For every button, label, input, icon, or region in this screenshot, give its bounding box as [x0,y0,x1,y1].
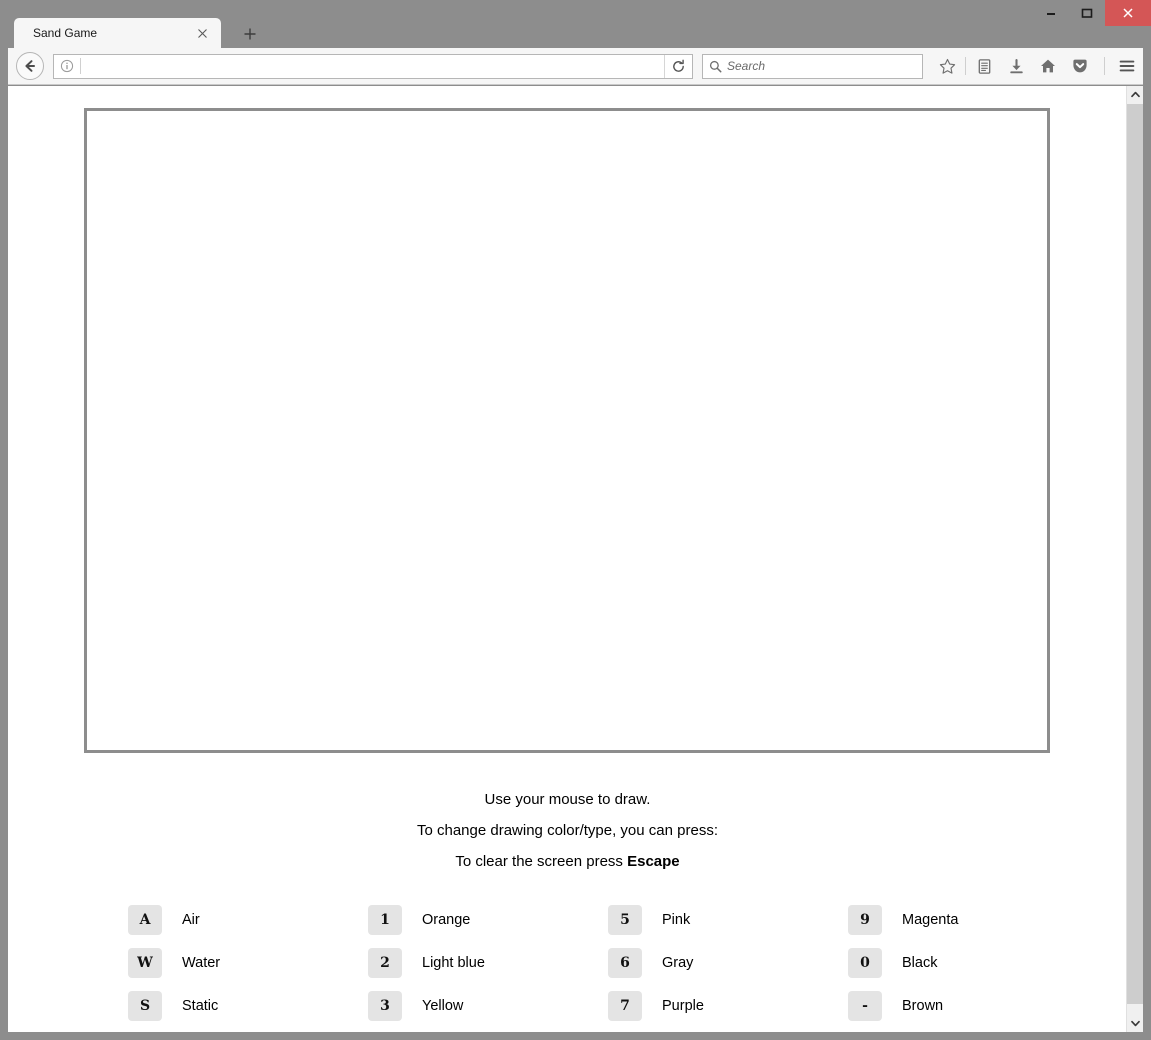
key-legend-item[interactable]: A Air [128,898,368,941]
key-label-brown: Brown [902,997,944,1014]
instruction-text-1: Use your mouse to draw. [484,791,651,808]
library-icon[interactable] [968,52,1000,80]
key-legend-item[interactable]: 5 Pink [608,898,848,941]
key-label-gray: Gray [662,954,694,971]
keycap-3: 3 [368,990,402,1021]
pocket-shield-icon [1073,59,1087,73]
keycap-0: 0 [848,947,882,978]
keycap-9: 9 [848,904,882,935]
key-label-light-blue: Light blue [422,954,485,971]
key-legend-item[interactable]: 9 Magenta [848,898,1088,941]
key-legend-grid: A Air 1 Orange 5 Pink 9 Magenta W Water … [8,898,1127,1027]
keycap-s: S [128,990,162,1021]
menu-hamburger-icon[interactable] [1111,52,1143,80]
scrollbar-down-arrow-icon[interactable] [1127,1015,1144,1032]
key-label-orange: Orange [422,911,471,928]
url-bar[interactable] [53,53,693,79]
window-frame-right [1143,26,1151,1040]
key-label-water: Water [182,954,221,971]
download-arrow-icon [1009,58,1023,73]
key-label-magenta: Magenta [902,911,959,928]
info-icon[interactable] [54,59,80,73]
keycap-6: 6 [608,947,642,978]
back-button[interactable] [16,52,44,80]
download-icon[interactable] [1000,52,1032,80]
home-icon[interactable] [1032,52,1064,80]
search-icon [703,60,727,73]
key-legend-item[interactable]: S Static [128,984,368,1027]
key-legend-item[interactable]: - Brown [848,984,1088,1027]
browser-window: Sand Game Search Use your mouse to draw.… [0,0,1151,1040]
page-scrollbar[interactable] [1126,86,1144,1032]
escape-key-text: Escape [627,853,680,870]
keycap-1: 1 [368,904,402,935]
keycap-minus: - [848,990,882,1021]
instruction-text-3: To clear the screen press [455,853,628,870]
key-legend-item[interactable]: 0 Black [848,941,1088,984]
key-legend-item[interactable]: 2 Light blue [368,941,608,984]
hamburger-icon [1119,60,1135,72]
toolbar-divider-2 [1104,57,1105,75]
instructions-block: Use your mouse to draw. To change drawin… [8,784,1127,877]
scrollbar-thumb[interactable] [1127,104,1144,1004]
search-input[interactable] [727,59,922,73]
new-tab-button[interactable] [236,22,263,46]
chevron-down-icon [1131,1020,1140,1027]
keycap-7: 7 [608,990,642,1021]
magnifier-icon [709,60,721,72]
key-legend-item[interactable]: 7 Purple [608,984,848,1027]
key-legend-item[interactable]: 3 Yellow [368,984,608,1027]
sand-game-canvas[interactable] [84,108,1050,753]
identity-info-icon [60,59,74,73]
pocket-icon[interactable] [1064,52,1096,80]
house-icon [1041,59,1055,73]
plus-icon [244,28,255,40]
window-frame-bottom [0,1032,1151,1040]
key-legend-item[interactable]: 6 Gray [608,941,848,984]
key-label-purple: Purple [662,997,704,1014]
instruction-text-2: To change drawing color/type, you can pr… [416,822,718,839]
tab-strip: Sand Game [0,18,1151,48]
back-arrow-icon [25,60,35,72]
url-input[interactable] [81,54,664,78]
close-x-icon [197,28,207,38]
tab-title: Sand Game [33,26,98,40]
star-icon [939,58,955,74]
search-bar[interactable] [702,53,923,79]
keycap-2: 2 [368,947,402,978]
key-label-pink: Pink [662,911,691,928]
browser-content-area: Use your mouse to draw. To change drawin… [8,86,1143,1032]
instruction-line-1: Use your mouse to draw. [8,784,1127,815]
bookmarks-list-icon [978,58,990,74]
tab-sand-game[interactable]: Sand Game [14,18,221,48]
key-label-black: Black [902,954,938,971]
scrollbar-up-arrow-icon[interactable] [1127,86,1144,103]
toolbar-divider [965,57,966,75]
window-frame-left [0,26,8,1040]
key-label-air: Air [182,911,200,928]
reload-button[interactable] [664,54,692,78]
bookmark-star-icon[interactable] [931,52,963,80]
keycap-w: W [128,947,162,978]
toolbar-icon-group [931,52,1143,80]
key-label-static: Static [182,997,219,1014]
key-legend-item[interactable]: 1 Orange [368,898,608,941]
instruction-line-2: To change drawing color/type, you can pr… [8,815,1127,846]
key-label-yellow: Yellow [422,997,464,1014]
chevron-up-icon [1131,91,1140,98]
key-legend-item[interactable]: W Water [128,941,368,984]
keycap-a: A [128,904,162,935]
keycap-5: 5 [608,904,642,935]
tab-close-icon[interactable] [191,22,213,44]
navigation-toolbar [8,48,1143,85]
reload-icon [673,59,684,72]
sand-game-page: Use your mouse to draw. To change drawin… [8,86,1127,1032]
instruction-line-3: To clear the screen press Escape [8,846,1127,877]
